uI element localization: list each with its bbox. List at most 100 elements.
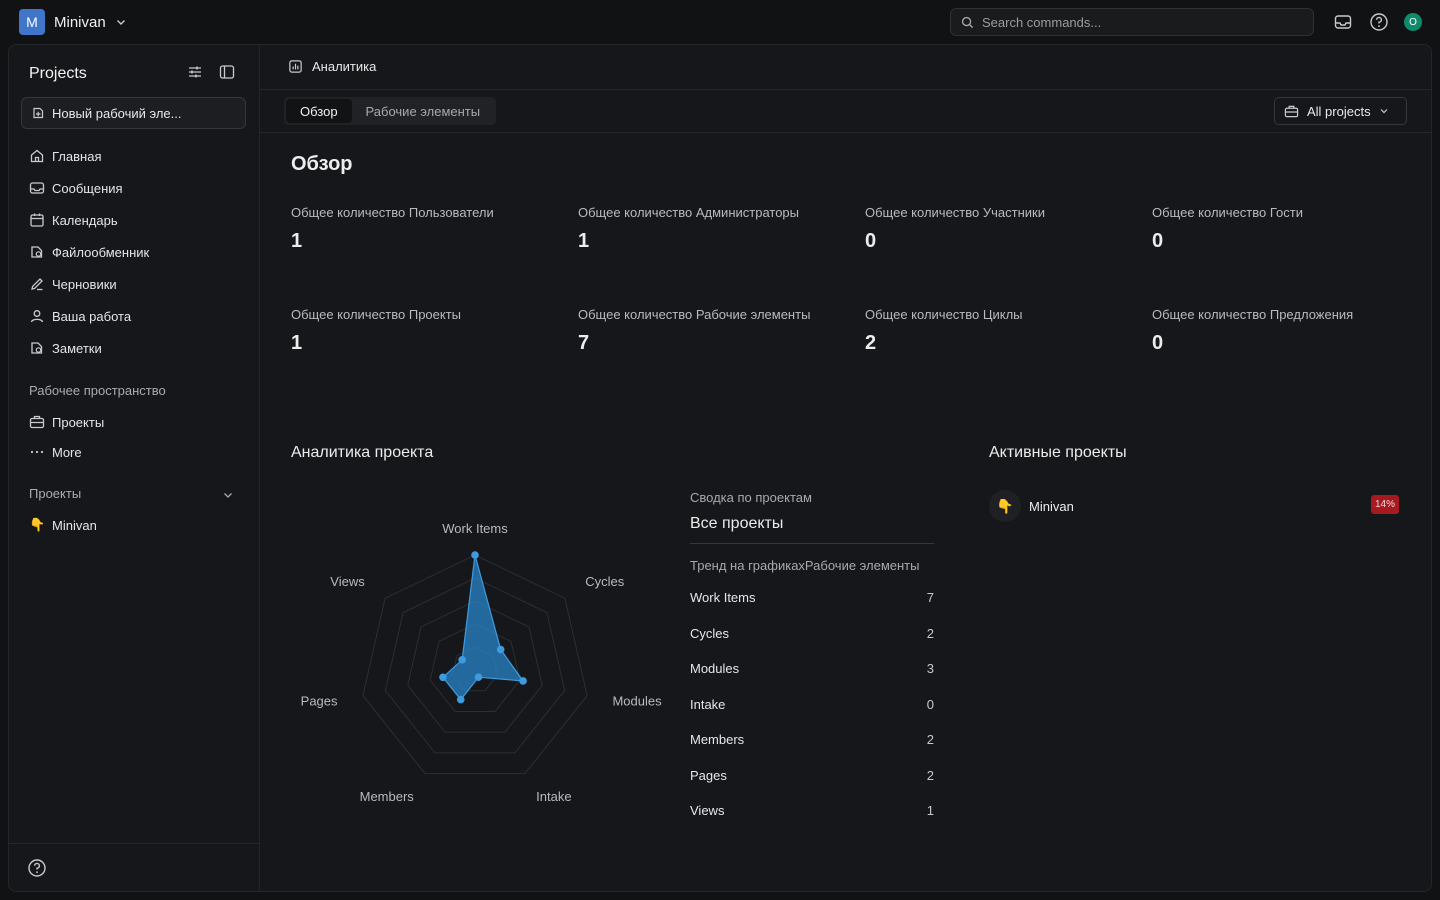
active-project-item[interactable]: 👇 Minivan 14% — [989, 488, 1401, 524]
radar-axis-label: Cycles — [585, 574, 625, 589]
project-emoji: 👇 — [989, 490, 1021, 522]
sidebar-title: Projects — [29, 65, 87, 82]
filter-settings-icon[interactable] — [186, 63, 204, 81]
new-item-icon — [33, 107, 44, 119]
workspace-switcher[interactable]: M Minivan — [19, 9, 127, 35]
summary-row-value: 1 — [926, 803, 934, 819]
briefcase-icon — [29, 415, 45, 429]
stat-value: 7 — [578, 332, 590, 354]
summary-row-label: Members — [690, 732, 745, 748]
search-icon — [961, 16, 974, 28]
stat-value: 1 — [291, 230, 303, 252]
summary-row-value: 3 — [926, 661, 934, 677]
sidebar-toggle-icon[interactable] — [218, 63, 236, 81]
sidebar-item-label: Календарь — [52, 212, 118, 228]
summary-row-value: 0 — [926, 696, 934, 712]
top-bar: M Minivan O — [0, 0, 1440, 44]
summary-row-label: Modules — [690, 661, 740, 677]
summary-row: Work Items 7 — [690, 580, 934, 616]
stat-label: Общее количество Гости — [1152, 205, 1303, 220]
summary-row: Cycles 2 — [690, 616, 934, 652]
radar-axis-label: Members — [360, 789, 415, 804]
breadcrumb-label: Аналитика — [312, 59, 377, 74]
tab-work-items[interactable]: Рабочие элементы — [352, 99, 495, 123]
active-project-name: Minivan — [1029, 498, 1074, 514]
sidebar-item-more[interactable]: More — [29, 441, 82, 463]
tabs-divider — [260, 132, 1432, 133]
sidebar-item-drafts[interactable]: Черновики — [29, 273, 117, 295]
new-work-item-button[interactable]: Новый рабочий эле... — [21, 97, 246, 129]
sidebar-item-label: Minivan — [52, 517, 97, 533]
stat-cycles: Общее количество Циклы 2 — [865, 305, 1115, 355]
search-input[interactable] — [982, 14, 1302, 30]
chevron-down-icon — [116, 20, 125, 25]
summary-row: Pages 2 — [690, 758, 934, 794]
radar-point-pages — [439, 673, 447, 682]
sidebar-item-label: Сообщения — [52, 180, 123, 196]
search-commands[interactable] — [950, 8, 1314, 36]
stat-guests: Общее количество Гости 0 — [1152, 203, 1402, 253]
summary-row-value: 2 — [926, 625, 934, 641]
radar-point-modules — [519, 677, 527, 685]
help-icon[interactable] — [1368, 11, 1390, 33]
stat-members: Общее количество Участники 0 — [865, 203, 1115, 253]
project-filter-dropdown[interactable]: All projects — [1274, 97, 1407, 125]
calendar-icon — [30, 213, 44, 227]
sidebar-item-file-share[interactable]: Файлообменник — [29, 241, 149, 263]
sidebar-item-label: Главная — [52, 148, 102, 164]
summary-row-label: Cycles — [690, 625, 730, 641]
user-avatar[interactable]: O — [1404, 13, 1422, 31]
stat-work-items: Общее количество Рабочие элементы 7 — [578, 305, 828, 355]
sidebar-item-projects[interactable]: Проекты — [29, 411, 104, 433]
summary-row-label: Pages — [690, 767, 727, 783]
stat-intake: Общее количество Предложения 0 — [1152, 305, 1402, 355]
summary-row-label: Work Items — [690, 590, 756, 606]
sidebar-item-label: More — [52, 444, 82, 460]
stat-value: 0 — [1152, 230, 1164, 252]
stat-value: 0 — [1152, 332, 1164, 354]
sidebar-item-home[interactable]: Главная — [29, 145, 101, 167]
help-icon[interactable] — [27, 858, 47, 878]
sidebar-item-your-work[interactable]: Ваша работа — [29, 305, 131, 327]
sidebar-item-label: Черновики — [52, 276, 117, 292]
stat-users: Общее количество Пользователи 1 — [291, 203, 541, 253]
breadcrumb: Аналитика — [288, 59, 376, 74]
chevron-down-icon[interactable] — [221, 488, 235, 502]
sidebar-item-label: Проекты — [52, 414, 105, 430]
new-work-item-label: Новый рабочий эле... — [52, 105, 182, 121]
radar-series-area — [442, 554, 525, 701]
sidebar-item-label: Ваша работа — [52, 308, 132, 324]
sidebar-item-notes[interactable]: Заметки — [29, 337, 102, 359]
workspace-avatar: M — [19, 9, 45, 35]
sidebar-item-label: Файлообменник — [52, 244, 150, 260]
sidebar-item-calendar[interactable]: Календарь — [29, 209, 118, 231]
overview-title: Обзор — [291, 153, 353, 175]
stat-label: Общее количество Пользователи — [291, 205, 494, 220]
radar-point-views — [458, 655, 466, 664]
stat-label: Общее количество Проекты — [291, 307, 462, 322]
radar-chart: Work Items Cycles Modules Intake Members Page… — [301, 521, 662, 804]
more-icon — [30, 450, 44, 454]
summary-row: Modules 3 — [690, 651, 934, 687]
inbox-icon[interactable] — [1332, 11, 1354, 33]
chevron-down-icon — [1380, 109, 1388, 114]
header-divider — [260, 89, 1432, 90]
main-content: Аналитика Обзор Рабочие элементы All pro… — [259, 44, 1432, 892]
user-icon — [30, 310, 44, 323]
radar-axis-label: Views — [330, 574, 365, 589]
sidebar-item-label: Заметки — [52, 340, 102, 356]
project-analytics-title: Аналитика проекта — [291, 444, 434, 461]
radar-point-cycles — [496, 645, 505, 654]
tab-overview[interactable]: Обзор — [286, 99, 352, 123]
projects-section-title[interactable]: Проекты — [29, 486, 81, 501]
radar-axis-label: Intake — [536, 789, 571, 804]
sidebar-item-inbox[interactable]: Сообщения — [29, 177, 123, 199]
sidebar-item-project-minivan[interactable]: 👇 Minivan — [29, 514, 97, 536]
file-share-icon — [31, 246, 43, 258]
summary-row-value: 7 — [926, 590, 934, 606]
home-icon — [30, 149, 44, 163]
stat-value: 0 — [865, 230, 877, 252]
stat-value: 2 — [865, 332, 877, 354]
pencil-icon — [31, 278, 43, 291]
inbox-icon — [29, 182, 45, 194]
